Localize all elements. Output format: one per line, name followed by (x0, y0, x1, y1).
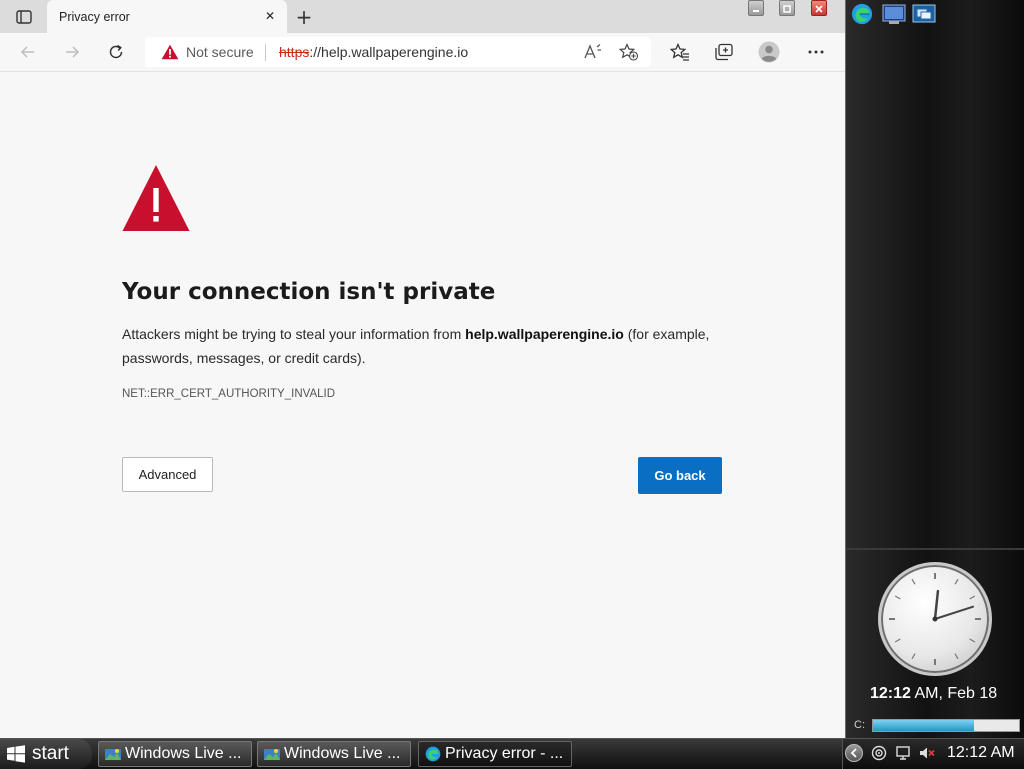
clock-tick (969, 638, 976, 643)
taskbar: start Windows Live ... Windows Live ... … (0, 738, 1024, 769)
clock-tick (894, 595, 901, 600)
windows-live-icon (105, 749, 121, 760)
maximize-button[interactable] (779, 0, 795, 16)
taskbar-button-privacy-error[interactable]: Privacy error - ... (418, 741, 572, 767)
new-tab-button[interactable]: + (293, 6, 315, 28)
windows-sidebar: 12:12 AM, Feb 18 C: (846, 0, 1024, 738)
refresh-button[interactable] (104, 40, 128, 64)
drive-usage-fill (873, 720, 974, 731)
drive-label: C: (854, 719, 865, 731)
close-window-button[interactable] (811, 0, 827, 16)
taskbar-button-windows-live-1[interactable]: Windows Live ... (98, 741, 252, 767)
profile-button[interactable] (757, 40, 781, 64)
add-favorite-icon (619, 43, 639, 61)
clock-tick (911, 578, 916, 585)
tab-privacy-error[interactable]: Privacy error ✕ (47, 0, 287, 33)
start-button[interactable]: start (0, 739, 92, 769)
read-aloud-icon (584, 44, 601, 59)
network-icon[interactable] (871, 745, 887, 761)
collections-button[interactable] (712, 40, 736, 64)
url-protocol: https (279, 44, 310, 60)
clock-tick (894, 638, 901, 643)
advanced-button[interactable]: Advanced (122, 457, 213, 492)
error-code[interactable]: NET::ERR_CERT_AUTHORITY_INVALID (122, 388, 335, 400)
clock-time: 12:12 (870, 685, 911, 702)
url-host: ://help.wallpaperengine.io (309, 44, 469, 60)
forward-button[interactable] (60, 40, 84, 64)
forward-icon (66, 46, 80, 58)
browser-toolbar: Not secure https://help.wallpaperengine.… (0, 33, 845, 72)
clock-gadget[interactable] (878, 562, 992, 676)
address-divider (265, 44, 266, 61)
start-label: start (32, 743, 69, 764)
clock-face (889, 573, 981, 665)
error-description: Attackers might be trying to steal your … (122, 322, 732, 370)
tray-clock[interactable]: 12:12 AM (947, 744, 1015, 762)
system-tray: 12:12 AM (842, 739, 1024, 769)
drive-usage-bar (872, 719, 1020, 732)
close-icon: ✕ (264, 9, 276, 23)
read-aloud-button[interactable] (582, 41, 604, 63)
page-title: Your connection isn't private (122, 279, 496, 305)
close-icon (815, 5, 823, 13)
clock-tick (911, 653, 916, 660)
switch-windows-icon[interactable] (912, 3, 936, 25)
plus-icon: + (295, 5, 313, 29)
go-back-button[interactable]: Go back (638, 457, 722, 494)
warning-icon (161, 44, 179, 60)
display-icon[interactable] (895, 745, 911, 761)
tab-actions-icon (16, 10, 32, 24)
windows-live-icon (264, 749, 280, 760)
drive-meter-gadget[interactable]: C: (854, 718, 1024, 734)
clock-tick (954, 653, 959, 660)
volume-muted-icon[interactable] (919, 745, 935, 761)
taskbar-button-label: Windows Live ... (284, 745, 401, 762)
sidebar-divider (846, 548, 1024, 550)
warning-icon (122, 165, 190, 231)
sidebar-shortcuts (850, 3, 940, 27)
taskbar-button-label: Privacy error - ... (445, 745, 564, 762)
minimize-button[interactable] (748, 0, 764, 16)
clock-minute-hand (934, 605, 975, 620)
clock-hour-hand (933, 589, 940, 621)
maximize-icon (783, 5, 791, 13)
profile-icon (758, 41, 780, 63)
edge-icon[interactable] (850, 3, 874, 25)
clock-tick (969, 595, 976, 600)
favorites-button[interactable] (668, 40, 692, 64)
refresh-icon (109, 44, 123, 59)
back-button[interactable] (16, 40, 40, 64)
tab-strip: Privacy error ✕ + (0, 0, 845, 33)
more-icon (808, 50, 824, 54)
collections-icon (715, 43, 733, 61)
tab-title: Privacy error (59, 9, 130, 24)
description-text: Attackers might be trying to steal your … (122, 326, 466, 342)
clock-tick (954, 578, 959, 585)
back-icon (20, 46, 34, 58)
chevron-left-icon (850, 748, 857, 758)
security-status[interactable]: Not secure (186, 44, 254, 60)
url-text[interactable]: https://help.wallpaperengine.io (279, 44, 468, 60)
windows-logo-icon (7, 745, 25, 763)
minimize-icon (753, 10, 759, 12)
taskbar-button-label: Windows Live ... (125, 745, 242, 762)
show-hidden-icons-button[interactable] (845, 744, 863, 762)
favorites-icon (670, 43, 689, 61)
add-favorite-button[interactable] (618, 41, 640, 63)
tab-actions-button[interactable] (10, 7, 38, 27)
edge-icon (425, 746, 441, 762)
browser-window: Privacy error ✕ + Not secure https://hel… (0, 0, 846, 738)
clock-date: AM, Feb 18 (910, 685, 998, 702)
tab-close-button[interactable]: ✕ (262, 8, 278, 24)
clock-center (932, 616, 938, 622)
description-host: help.wallpaperengine.io (465, 326, 624, 342)
page-content: Your connection isn't private Attackers … (0, 72, 845, 738)
date-time-label: 12:12 AM, Feb 18 (870, 685, 997, 703)
desktop-icon[interactable] (882, 3, 906, 25)
more-button[interactable] (804, 40, 828, 64)
address-bar[interactable]: Not secure https://help.wallpaperengine.… (145, 37, 651, 67)
window-controls (748, 0, 834, 16)
taskbar-button-windows-live-2[interactable]: Windows Live ... (257, 741, 411, 767)
